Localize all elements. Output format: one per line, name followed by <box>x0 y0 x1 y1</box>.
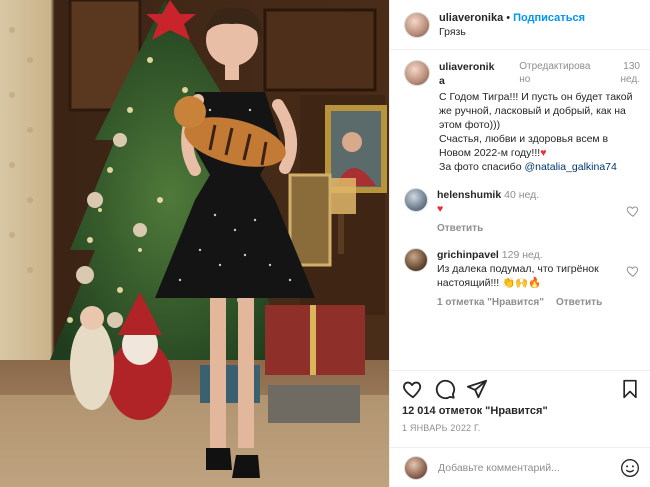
separator-dot: • <box>506 11 511 24</box>
likes-count[interactable]: 12 014 отметок "Нравится" <box>402 405 640 417</box>
caption-comment: uliaveronik a Отредактирова но 130 нед. … <box>404 60 640 174</box>
comment-age: 40 нед. <box>504 189 540 201</box>
caption-avatar[interactable] <box>404 60 430 86</box>
reply-button[interactable]: Ответить <box>437 223 483 234</box>
comment-item: grichinpavel 129 нед. Из далека подумал,… <box>404 248 640 310</box>
comment-item: helenshumik 40 нед. ♥ Ответить <box>404 188 640 236</box>
follow-button[interactable]: Подписаться <box>513 12 585 24</box>
heart-icon[interactable] <box>402 378 424 400</box>
comment-icon[interactable] <box>434 378 456 400</box>
post-photo[interactable] <box>0 0 389 487</box>
caption-age: 130 нед. <box>620 61 640 85</box>
comment-age: 129 нед. <box>501 249 543 261</box>
caption-edited: Отредактирова но <box>519 61 591 85</box>
viewer-avatar <box>404 455 428 480</box>
comment-text: Из далека подумал, что тигрёнок настоящи… <box>437 263 599 289</box>
smiley-icon[interactable] <box>620 458 640 478</box>
add-comment-bar <box>390 447 650 487</box>
comments-list[interactable]: uliaveronik a Отредактирова но 130 нед. … <box>390 50 650 358</box>
post-actions: 12 014 отметок "Нравится" 1 ЯНВАРЬ 2022 … <box>390 370 650 433</box>
post-date[interactable]: 1 ЯНВАРЬ 2022 Г. <box>402 423 640 433</box>
author-avatar[interactable] <box>404 11 430 38</box>
commenter-avatar[interactable] <box>404 248 428 272</box>
caption-text-2: Счастья, любви и здоровья всем в Новом 2… <box>439 133 609 159</box>
comment-input[interactable] <box>438 461 620 474</box>
caption-mention-link[interactable]: @natalia_galkina74 <box>524 161 616 173</box>
reply-button[interactable]: Ответить <box>556 297 602 308</box>
post-viewer: uliaveronika • Подписаться Грязь uliaveron… <box>0 0 650 487</box>
post-side-panel: uliaveronika • Подписаться Грязь uliaveron… <box>389 0 650 487</box>
comment-like-icon[interactable] <box>626 264 640 278</box>
caption-username-wrap[interactable]: a <box>439 75 445 87</box>
photo-illustration <box>0 0 389 487</box>
share-icon[interactable] <box>466 378 488 400</box>
post-location[interactable]: Грязь <box>439 25 585 39</box>
comment-like-icon[interactable] <box>626 204 640 218</box>
commenter-avatar[interactable] <box>404 188 428 212</box>
caption-username[interactable]: uliaveronik <box>439 61 494 73</box>
comment-likes-count[interactable]: 1 отметка "Нравится" <box>437 297 544 308</box>
caption-text-1: С Годом Тигра!!! И пусть он будет такой … <box>439 91 633 131</box>
comment-username[interactable]: grichinpavel <box>437 249 499 261</box>
comment-username[interactable]: helenshumik <box>437 189 501 201</box>
author-username[interactable]: uliaveronika <box>439 12 503 24</box>
post-header: uliaveronika • Подписаться Грязь <box>390 0 650 50</box>
heart-emoji: ♥ <box>540 147 547 159</box>
bookmark-icon[interactable] <box>620 378 640 400</box>
caption-text-3: За фото спасибо <box>439 161 525 173</box>
comment-text: ♥ <box>437 203 444 215</box>
